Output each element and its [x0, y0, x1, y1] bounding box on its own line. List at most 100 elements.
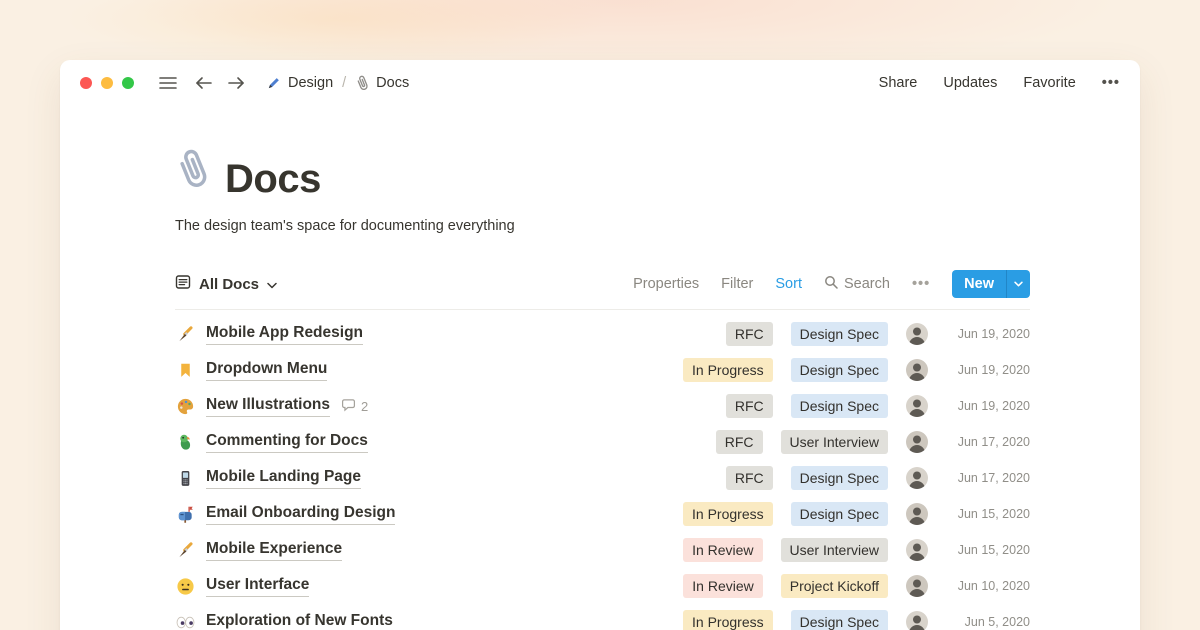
more-options-icon[interactable]: •••: [912, 276, 930, 292]
paperclip-icon: [175, 148, 211, 202]
status-badge[interactable]: In Progress: [683, 610, 773, 630]
type-badge[interactable]: Design Spec: [791, 610, 888, 630]
sort-button[interactable]: Sort: [775, 276, 802, 292]
breadcrumb-item-design[interactable]: Design: [265, 75, 333, 92]
avatar: [906, 503, 928, 525]
table-row[interactable]: Mobile App Redesign RFC Design Spec Jun …: [175, 316, 1030, 352]
table-row[interactable]: New Illustrations 2 RFC Design Spec Jun …: [175, 388, 1030, 424]
breadcrumb: Design / Docs: [265, 75, 409, 92]
doc-title-link[interactable]: Mobile Experience: [206, 539, 342, 560]
docs-table: Mobile App Redesign RFC Design Spec Jun …: [175, 310, 1030, 630]
more-options-icon[interactable]: •••: [1102, 75, 1120, 91]
date-cell: Jun 15, 2020: [942, 543, 1030, 557]
doc-title-link[interactable]: Mobile App Redesign: [206, 323, 363, 344]
doc-title-link[interactable]: Email Onboarding Design: [206, 503, 395, 524]
type-badge[interactable]: Design Spec: [791, 322, 888, 347]
favorite-button[interactable]: Favorite: [1023, 75, 1075, 91]
row-cells: RFC User Interview Jun 17, 2020: [716, 430, 1030, 455]
avatar: [906, 395, 928, 417]
table-row[interactable]: User Interface In Review Project Kickoff…: [175, 568, 1030, 604]
app-window: Design / Docs Share Updates Favorite •••: [60, 60, 1140, 630]
table-row[interactable]: Commenting for Docs RFC User Interview J…: [175, 424, 1030, 460]
status-badge[interactable]: In Progress: [683, 502, 773, 527]
properties-button[interactable]: Properties: [633, 276, 699, 292]
breadcrumb-label: Design: [288, 75, 333, 91]
status-badge[interactable]: In Progress: [683, 358, 773, 383]
status-badge[interactable]: RFC: [716, 430, 763, 455]
avatar: [906, 359, 928, 381]
mobile-phone-icon: [175, 468, 195, 488]
back-arrow-icon[interactable]: [195, 76, 213, 90]
minimize-button[interactable]: [101, 77, 113, 89]
avatar: [906, 323, 928, 345]
status-badge[interactable]: RFC: [726, 394, 773, 419]
new-button[interactable]: New: [952, 270, 1006, 298]
row-cells: RFC Design Spec Jun 19, 2020: [726, 322, 1030, 347]
doc-title-link[interactable]: Mobile Landing Page: [206, 467, 361, 488]
parrot-icon: [175, 432, 195, 452]
doc-title-link[interactable]: User Interface: [206, 575, 309, 596]
doc-title-link[interactable]: New Illustrations: [206, 395, 330, 416]
page-content: Docs The design team's space for documen…: [60, 106, 1140, 630]
table-row[interactable]: Exploration of New Fonts In Progress Des…: [175, 604, 1030, 630]
new-button-group: New: [952, 270, 1030, 298]
date-cell: Jun 17, 2020: [942, 435, 1030, 449]
search-button[interactable]: Search: [824, 275, 890, 293]
page-title: Docs: [175, 148, 1030, 202]
search-icon: [824, 275, 838, 293]
table-row[interactable]: Mobile Landing Page RFC Design Spec Jun …: [175, 460, 1030, 496]
avatar: [906, 539, 928, 561]
date-cell: Jun 15, 2020: [942, 507, 1030, 521]
view-selector-label: All Docs: [199, 276, 259, 293]
date-cell: Jun 17, 2020: [942, 471, 1030, 485]
table-row[interactable]: Mobile Experience In Review User Intervi…: [175, 532, 1030, 568]
type-badge[interactable]: User Interview: [781, 430, 888, 455]
type-badge[interactable]: Design Spec: [791, 502, 888, 527]
date-cell: Jun 10, 2020: [942, 579, 1030, 593]
status-badge[interactable]: In Review: [683, 574, 762, 599]
date-cell: Jun 19, 2020: [942, 399, 1030, 413]
filter-button[interactable]: Filter: [721, 276, 753, 292]
table-row[interactable]: Dropdown Menu In Progress Design Spec Ju…: [175, 352, 1030, 388]
eyes-icon: [175, 612, 195, 630]
paintbrush-icon: [175, 324, 195, 344]
comment-count-value: 2: [361, 399, 368, 414]
type-badge[interactable]: Design Spec: [791, 394, 888, 419]
type-badge[interactable]: Design Spec: [791, 358, 888, 383]
paperclip-icon: [355, 75, 370, 92]
zoom-button[interactable]: [122, 77, 134, 89]
view-selector[interactable]: All Docs: [175, 274, 277, 294]
row-cells: RFC Design Spec Jun 19, 2020: [726, 394, 1030, 419]
breadcrumb-separator: /: [342, 75, 346, 91]
avatar: [906, 575, 928, 597]
avatar: [906, 431, 928, 453]
page-title-text: Docs: [225, 157, 321, 202]
table-row[interactable]: Email Onboarding Design In Progress Desi…: [175, 496, 1030, 532]
breadcrumb-item-docs[interactable]: Docs: [355, 75, 409, 92]
share-button[interactable]: Share: [879, 75, 918, 91]
close-button[interactable]: [80, 77, 92, 89]
database-icon: [175, 274, 191, 294]
doc-title-link[interactable]: Commenting for Docs: [206, 431, 368, 452]
avatar: [906, 611, 928, 630]
type-badge[interactable]: Design Spec: [791, 466, 888, 491]
status-badge[interactable]: RFC: [726, 322, 773, 347]
mailbox-icon: [175, 504, 195, 524]
new-dropdown-button[interactable]: [1006, 270, 1030, 298]
pencil-icon: [265, 75, 282, 92]
row-cells: In Progress Design Spec Jun 19, 2020: [683, 358, 1030, 383]
row-cells: In Progress Design Spec Jun 5, 2020: [683, 610, 1030, 630]
forward-arrow-icon[interactable]: [227, 76, 245, 90]
updates-button[interactable]: Updates: [943, 75, 997, 91]
comment-count[interactable]: 2: [341, 398, 368, 415]
type-badge[interactable]: Project Kickoff: [781, 574, 888, 599]
status-badge[interactable]: RFC: [726, 466, 773, 491]
type-badge[interactable]: User Interview: [781, 538, 888, 563]
row-cells: In Review Project Kickoff Jun 10, 2020: [683, 574, 1030, 599]
menu-icon[interactable]: [159, 76, 177, 90]
doc-title-link[interactable]: Dropdown Menu: [206, 359, 327, 380]
paintbrush-icon: [175, 540, 195, 560]
breadcrumb-label: Docs: [376, 75, 409, 91]
doc-title-link[interactable]: Exploration of New Fonts: [206, 611, 393, 630]
status-badge[interactable]: In Review: [683, 538, 762, 563]
